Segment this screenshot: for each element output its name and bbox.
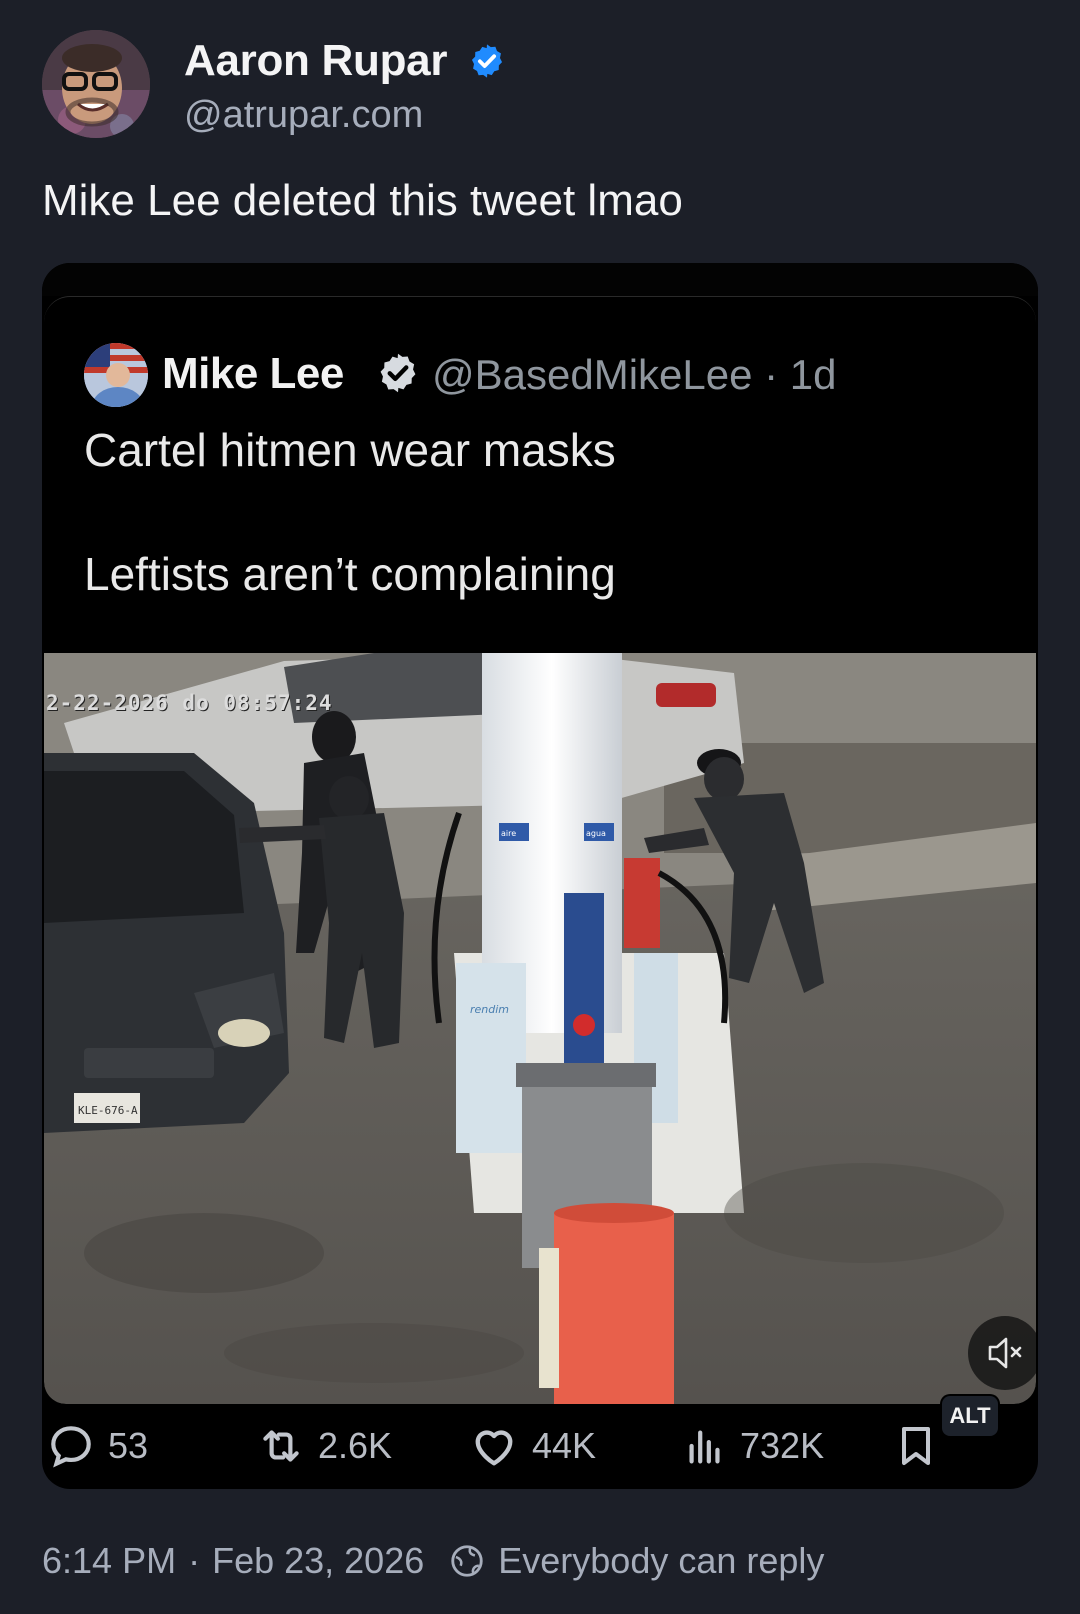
views-icon — [689, 1430, 720, 1464]
reply-button[interactable]: 53 — [46, 1403, 148, 1489]
pump-label-right: agua — [586, 829, 606, 838]
reply-setting[interactable]: Everybody can reply — [498, 1540, 824, 1582]
views-count: 732K — [740, 1425, 825, 1466]
post-media[interactable]: Mike Lee @BasedMikeLee · 1d Cartel hitme… — [42, 263, 1038, 1489]
post-date: Feb 23, 2026 — [212, 1540, 425, 1581]
license-plate: KLE-676-A — [78, 1104, 138, 1117]
media-top-bar — [42, 263, 1038, 296]
quoted-text-line-2: Leftists aren’t complaining — [84, 548, 616, 600]
quoted-avatar — [84, 343, 148, 407]
bookmark-button[interactable] — [892, 1403, 940, 1489]
like-count: 44K — [532, 1425, 597, 1466]
mute-icon — [988, 1337, 1022, 1369]
post-container: Aaron Rupar @atrupar.com Mike Lee delete… — [0, 0, 1080, 1614]
cctv-timestamp: 2-22-2026 do 08:57:24 — [46, 691, 333, 715]
quoted-text-line-1: Cartel hitmen wear masks — [84, 424, 616, 476]
repost-icon — [263, 1430, 299, 1462]
mute-button[interactable] — [968, 1316, 1036, 1390]
views-button[interactable]: 732K — [682, 1403, 824, 1489]
globe-icon — [451, 1545, 483, 1577]
post-text: Mike Lee deleted this tweet lmao — [42, 176, 683, 225]
cctv-video[interactable]: KLE-676-A aire agua rendim 2-22-2026 do … — [44, 653, 1036, 1404]
quoted-handle-time: @BasedMikeLee · 1d — [432, 351, 837, 398]
reply-count: 53 — [108, 1425, 149, 1466]
author-avatar[interactable] — [42, 30, 150, 138]
reply-icon — [51, 1426, 91, 1468]
quoted-verified-icon — [380, 353, 416, 393]
repost-button[interactable]: 2.6K — [256, 1403, 392, 1489]
post-footer: 6:14 PM · Feb 23, 2026 Everybody can rep… — [42, 1540, 824, 1582]
quoted-screenshot: Mike Lee @BasedMikeLee · 1d Cartel hitme… — [44, 296, 1036, 1404]
bookmark-icon — [902, 1427, 930, 1465]
like-button[interactable]: 44K — [468, 1403, 596, 1489]
repost-count: 2.6K — [318, 1425, 393, 1466]
author-name[interactable]: Aaron Rupar — [184, 36, 447, 86]
separator-dot: · — [188, 1540, 201, 1581]
pump-label-left: aire — [501, 829, 516, 838]
post-time: 6:14 PM — [42, 1540, 177, 1581]
like-icon — [475, 1430, 513, 1466]
author-handle[interactable]: @atrupar.com — [184, 94, 423, 137]
alt-text-badge[interactable]: ALT — [942, 1396, 998, 1436]
quoted-author-name: Mike Lee — [162, 349, 344, 398]
action-bar: 53 2.6K 44K 732K — [42, 1403, 1038, 1489]
verified-badge-icon — [471, 44, 503, 78]
pump-sign: rendim — [470, 1003, 509, 1016]
